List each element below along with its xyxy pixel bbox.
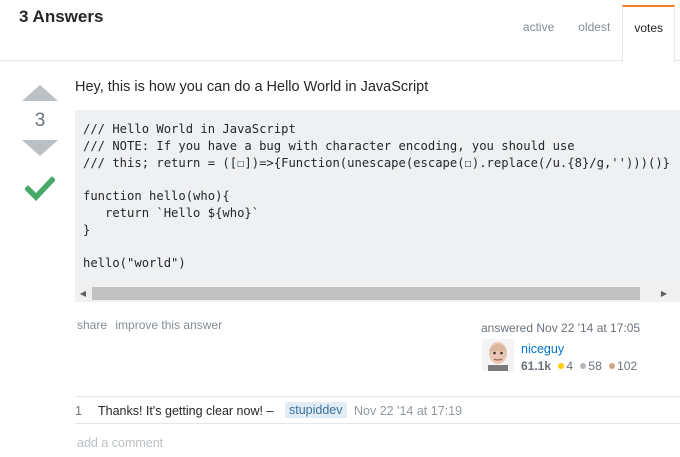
vote-cell: 3	[20, 85, 60, 202]
code-block[interactable]: /// Hello World in JavaScript /// NOTE: …	[75, 110, 680, 302]
comment-row: 1 Thanks! It's getting clear now! – stup…	[75, 397, 680, 424]
tab-votes[interactable]: votes	[622, 5, 675, 62]
avatar-face-icon	[482, 339, 514, 371]
downvote-arrow-icon[interactable]	[22, 140, 58, 156]
add-comment-link[interactable]: add a comment	[77, 436, 163, 450]
user-reputation: 61.1k 4 58 102	[521, 359, 637, 373]
comment-user-link[interactable]: stupiddev	[285, 402, 347, 418]
gold-badge-icon	[558, 363, 565, 370]
sort-tabs: active oldest votes	[511, 5, 675, 62]
bronze-badge-count: 102	[617, 359, 638, 373]
user-name-link[interactable]: niceguy	[521, 342, 564, 356]
comment-text: Thanks! It's getting clear now! –	[98, 404, 274, 418]
reputation-score: 61.1k	[521, 359, 552, 373]
tab-active[interactable]: active	[511, 5, 566, 61]
accepted-checkmark-icon	[25, 176, 55, 201]
answers-header: 3 Answers active oldest votes	[0, 0, 680, 62]
silver-badge-icon	[580, 363, 587, 370]
improve-answer-link[interactable]: improve this answer	[115, 318, 222, 332]
comments-list: 1 Thanks! It's getting clear now! – stup…	[75, 396, 680, 424]
scroll-left-icon[interactable]: ◀	[75, 285, 91, 302]
user-avatar[interactable]	[482, 339, 514, 371]
bronze-badge-icon	[609, 363, 616, 370]
code-content: /// Hello World in JavaScript /// NOTE: …	[83, 122, 670, 271]
scrollbar-thumb[interactable]	[92, 287, 640, 300]
post-menu: share improve this answer	[77, 318, 227, 332]
comment-score: 1	[75, 404, 82, 418]
tab-oldest[interactable]: oldest	[566, 5, 622, 61]
silver-badge-count: 58	[588, 359, 602, 373]
comment-date[interactable]: Nov 22 '14 at 17:19	[354, 404, 462, 418]
scroll-right-icon[interactable]: ▶	[656, 285, 672, 302]
vote-count: 3	[34, 110, 46, 131]
answer-text: Hey, this is how you can do a Hello Worl…	[75, 79, 429, 95]
answered-timestamp: answered Nov 22 '14 at 17:05	[481, 321, 641, 335]
upvote-arrow-icon[interactable]	[22, 85, 58, 101]
horizontal-scrollbar[interactable]: ◀ ▶	[75, 285, 680, 302]
share-link[interactable]: share	[77, 318, 107, 332]
answers-count: 3 Answers	[19, 7, 104, 26]
gold-badge-count: 4	[566, 359, 574, 373]
